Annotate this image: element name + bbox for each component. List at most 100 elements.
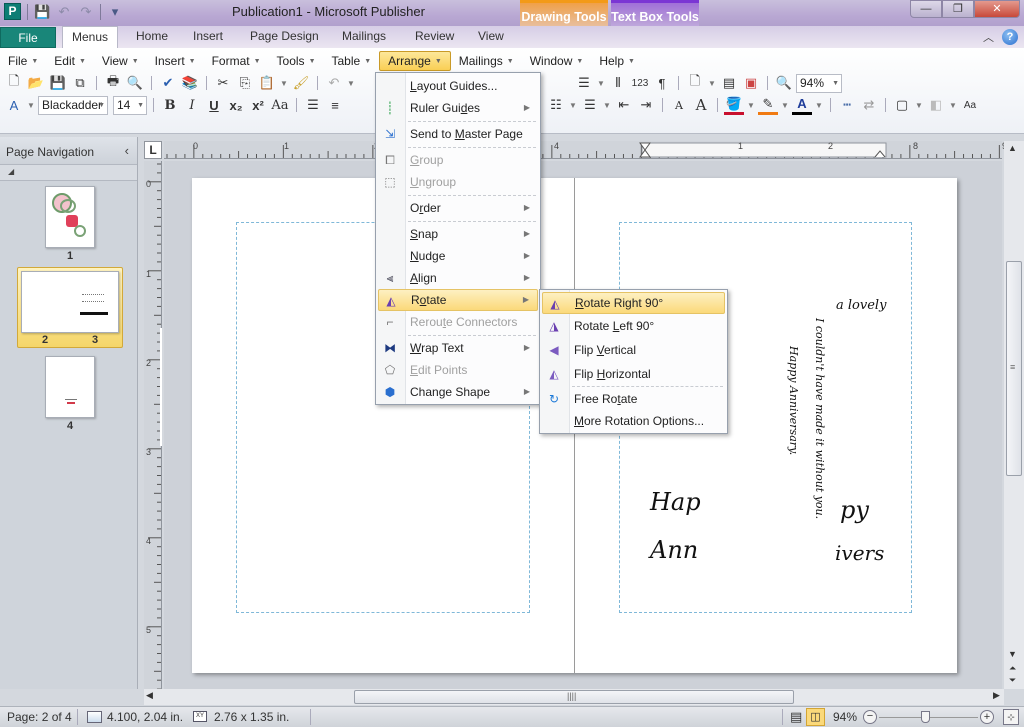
next-page-icon[interactable]: ⏷ (1009, 675, 1016, 686)
menu-item-nudge[interactable]: Nudge ▶ (378, 245, 538, 267)
paste-dropdown-icon[interactable]: ▼ (279, 73, 289, 93)
tab-selector-button[interactable]: L (144, 141, 162, 159)
minimize-ribbon-icon[interactable]: ︿ (983, 29, 994, 45)
grow-font-icon[interactable]: A (691, 95, 711, 115)
line-color-icon[interactable]: ✎ (758, 95, 778, 115)
line-style-icon[interactable]: ┅ (837, 95, 857, 115)
page-dropdown-icon[interactable]: ▼ (707, 73, 717, 93)
zoom-combo[interactable]: 94% ▼ (796, 73, 842, 93)
underline-icon[interactable]: U (204, 95, 224, 115)
text-hap[interactable]: Hap (650, 488, 701, 516)
fill-color-icon[interactable]: 🪣 (724, 95, 744, 115)
restore-button[interactable]: ❐ (942, 0, 974, 18)
shrink-font-icon[interactable]: A (669, 95, 689, 115)
help-icon[interactable]: ? (1002, 29, 1018, 45)
save-icon[interactable]: 💾 (48, 73, 68, 93)
superscript-icon[interactable]: x² (248, 95, 268, 115)
shadow-style-icon[interactable]: ▢ (892, 95, 912, 115)
undo-dropdown-icon[interactable]: ▼ (346, 73, 356, 93)
bold-icon[interactable]: B (160, 95, 180, 115)
increase-indent-icon[interactable]: ⇥ (636, 95, 656, 115)
text-direction-icon[interactable]: ⫴ (608, 73, 628, 93)
text-a-lovely[interactable]: a lovely (836, 298, 886, 313)
tab-file[interactable]: File (0, 27, 56, 48)
zoom-in-button[interactable]: + (980, 710, 994, 724)
fit-page-icon[interactable]: ⊹ (1003, 709, 1019, 725)
line-color-dropdown-icon[interactable]: ▼ (780, 95, 790, 115)
bullets-dropdown-icon[interactable]: ▼ (602, 95, 612, 115)
scroll-down-icon[interactable]: ▼ (1008, 649, 1017, 659)
menu-item-snap[interactable]: Snap ▶ (378, 223, 538, 245)
text-box-icon[interactable]: ▤ (719, 73, 739, 93)
open-icon[interactable]: 📂 (26, 73, 46, 93)
menu-item-rotate[interactable]: ◭ Rotate ▶ (378, 289, 538, 311)
research-icon[interactable]: 📚 (180, 73, 200, 93)
menu-item-ruler-guides[interactable]: ┊ Ruler Guides ▶ (378, 97, 538, 119)
text-ivers[interactable]: ivers (835, 541, 884, 565)
spelling-icon[interactable]: ✔ (158, 73, 178, 93)
tab-review[interactable]: Review (403, 26, 466, 48)
page-thumbnail-1[interactable] (45, 186, 95, 248)
save-icon[interactable]: 💾 (34, 4, 50, 20)
clear-formatting-icon[interactable]: Aa (960, 95, 980, 115)
new-icon[interactable]: 🗋 (4, 73, 24, 93)
font-color-dropdown-icon[interactable]: ▼ (814, 95, 824, 115)
arrow-style-icon[interactable]: ⇄ (859, 95, 879, 115)
italic-icon[interactable]: I (182, 95, 202, 115)
menu-item-send-to-master-page[interactable]: ⇲ Send to Master Page (378, 123, 538, 145)
vertical-scroll-thumb[interactable]: ≡ (1006, 261, 1022, 476)
menu-item-flip-horizontal[interactable]: ◭ Flip Horizontal (542, 363, 725, 385)
number-style-icon[interactable]: 123 (630, 73, 650, 93)
tab-mailings[interactable]: Mailings (330, 26, 398, 48)
previous-page-icon[interactable]: ⏶ (1009, 663, 1016, 674)
copy-page-icon[interactable]: ⧉ (70, 73, 90, 93)
tab-home[interactable]: Home (124, 26, 180, 48)
menu-edit[interactable]: Edit ▼ (46, 51, 94, 71)
horizontal-ruler[interactable]: 0 1 2 4 1 2 8 9 (164, 141, 1007, 159)
horizontal-scrollbar[interactable]: ◀ |||| ▶ (144, 689, 1004, 705)
font-name-combo[interactable]: Blackadder ▼ (38, 95, 108, 115)
3d-style-icon[interactable]: ◧ (926, 95, 946, 115)
menu-item-order[interactable]: Order ▶ (378, 197, 538, 219)
page-thumbnail-2-3-selected[interactable]: 2 3 (17, 267, 123, 348)
close-button[interactable]: ✕ (974, 0, 1020, 18)
styles-dropdown-icon[interactable]: ▼ (26, 95, 36, 115)
scroll-up-icon[interactable]: ▲ (1008, 143, 1017, 153)
bullets-icon[interactable]: ☰ (580, 95, 600, 115)
align-center-icon[interactable]: ≡ (325, 95, 345, 115)
menu-help[interactable]: Help ▼ (591, 51, 643, 71)
cut-icon[interactable]: ✂ (213, 73, 233, 93)
text-py[interactable]: py (840, 496, 869, 524)
paste-icon[interactable]: 📋 (257, 73, 277, 93)
print-preview-icon[interactable]: 🔍 (125, 73, 145, 93)
change-case-icon[interactable]: Aa (270, 95, 290, 115)
zoom-icon[interactable]: 🔍 (774, 73, 794, 93)
align-left-icon[interactable]: ☰ (303, 95, 323, 115)
tab-page-design[interactable]: Page Design (238, 26, 331, 48)
format-painter-icon[interactable]: 🖌 (291, 73, 311, 93)
menu-item-change-shape[interactable]: ⬢ Change Shape ▶ (378, 381, 538, 403)
picture-icon[interactable]: ▣ (741, 73, 761, 93)
text-ann[interactable]: Ann (650, 536, 698, 564)
customize-qat-icon[interactable]: ▾ (107, 4, 123, 20)
columns-dropdown-icon[interactable]: ▼ (596, 73, 606, 93)
fill-color-dropdown-icon[interactable]: ▼ (746, 95, 756, 115)
menu-item-free-rotate[interactable]: ↻ Free Rotate (542, 388, 725, 410)
menu-item-more-rotation-options[interactable]: More Rotation Options... (542, 410, 725, 432)
menu-table[interactable]: Table ▼ (324, 51, 380, 71)
columns-icon[interactable]: ☰ (574, 73, 594, 93)
collapse-pane-icon[interactable]: ‹ (125, 143, 129, 158)
tab-menus[interactable]: Menus (62, 26, 118, 49)
scroll-right-icon[interactable]: ▶ (993, 690, 1000, 701)
menu-tools[interactable]: Tools ▼ (269, 51, 324, 71)
shadow-dropdown-icon[interactable]: ▼ (914, 95, 924, 115)
page-icon[interactable]: 🗋 (685, 73, 705, 93)
numbering-icon[interactable]: ☷ (546, 95, 566, 115)
single-page-view-icon[interactable]: ▤ (790, 710, 802, 724)
object-size[interactable]: 2.76 x 1.35 in. (214, 710, 289, 724)
object-position[interactable]: 4.100, 2.04 in. (107, 710, 183, 724)
menu-insert[interactable]: Insert ▼ (147, 51, 204, 71)
menu-item-align[interactable]: ⫷ Align ▶ (378, 267, 538, 289)
menu-view[interactable]: View ▼ (94, 51, 147, 71)
styles-icon[interactable]: A (4, 95, 24, 115)
